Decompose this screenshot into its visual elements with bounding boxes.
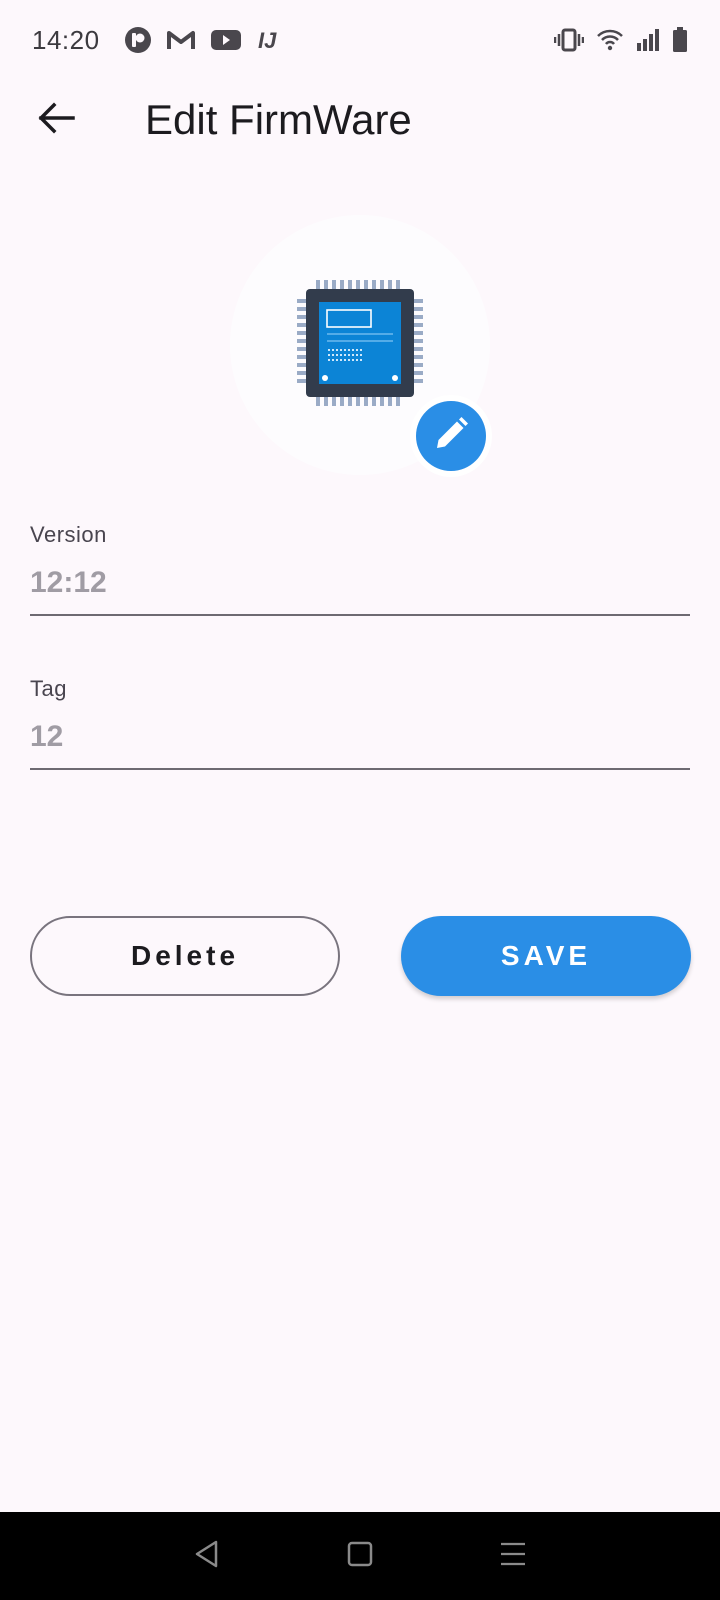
version-label: Version	[30, 522, 107, 547]
delete-button[interactable]: Delete	[30, 916, 340, 996]
vibrate-icon	[554, 27, 584, 53]
back-button[interactable]	[26, 94, 86, 146]
system-nav-bar	[0, 1512, 720, 1600]
tag-input[interactable]	[30, 714, 690, 770]
page-title: Edit FirmWare	[145, 96, 412, 143]
edit-firmware-screen: 14:20 IJ Edit FirmWare Version 12:12 Tag…	[0, 0, 720, 1600]
gmail-icon	[166, 28, 196, 52]
signal-icon	[636, 28, 660, 52]
tag-label: Tag	[30, 676, 67, 701]
pencil-icon	[432, 415, 470, 458]
nav-home-icon	[346, 1540, 374, 1573]
status-notification-icons: IJ	[124, 26, 280, 54]
wifi-icon	[596, 28, 624, 52]
save-button[interactable]: SAVE	[401, 916, 691, 996]
version-input[interactable]	[30, 560, 690, 616]
version-field: Version	[30, 522, 690, 616]
nav-menu-button[interactable]	[483, 1526, 543, 1586]
notification-p-icon	[124, 26, 152, 54]
edit-image-button[interactable]	[410, 395, 492, 477]
nav-menu-icon	[499, 1540, 527, 1573]
app-bar: Edit FirmWare	[0, 80, 720, 160]
svg-text:IJ: IJ	[258, 28, 277, 53]
status-bar: 14:20 IJ	[0, 0, 720, 80]
battery-icon	[672, 27, 688, 53]
status-time: 14:20	[32, 24, 100, 55]
tag-field: Tag	[30, 676, 690, 770]
arrow-left-icon	[37, 102, 75, 139]
youtube-icon	[210, 28, 242, 52]
nav-home-button[interactable]	[330, 1526, 390, 1586]
firmware-image-container	[230, 215, 492, 477]
nav-back-icon	[193, 1539, 221, 1574]
chip-icon	[294, 277, 426, 414]
intellij-icon: IJ	[256, 27, 280, 53]
edit-image-button-fill	[416, 401, 486, 471]
status-system-icons	[554, 27, 688, 53]
nav-back-button[interactable]	[177, 1526, 237, 1586]
